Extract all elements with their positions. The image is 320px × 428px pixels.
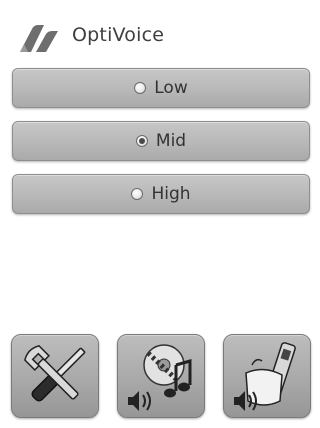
phone-audio-button[interactable] bbox=[223, 334, 311, 418]
option-high[interactable]: High bbox=[12, 174, 310, 214]
radio-low[interactable] bbox=[134, 82, 147, 94]
app-header: OptiVoice bbox=[0, 0, 320, 64]
optivoice-logo-icon bbox=[20, 25, 58, 52]
option-low[interactable]: Low bbox=[12, 68, 310, 108]
radio-high[interactable] bbox=[131, 188, 144, 200]
media-audio-icon bbox=[128, 344, 192, 411]
media-audio-button[interactable] bbox=[117, 334, 205, 418]
radio-mid[interactable] bbox=[135, 135, 148, 147]
settings-tools-button[interactable] bbox=[11, 334, 99, 418]
app-title: OptiVoice bbox=[72, 24, 165, 46]
tools-icon bbox=[24, 345, 86, 402]
option-high-label: High bbox=[151, 184, 191, 204]
option-mid-label: Mid bbox=[155, 131, 187, 151]
screen: OptiVoice Low Mid High bbox=[0, 0, 320, 428]
option-mid[interactable]: Mid bbox=[12, 121, 310, 161]
option-low-label: Low bbox=[154, 78, 188, 98]
phone-audio-icon bbox=[234, 342, 296, 411]
